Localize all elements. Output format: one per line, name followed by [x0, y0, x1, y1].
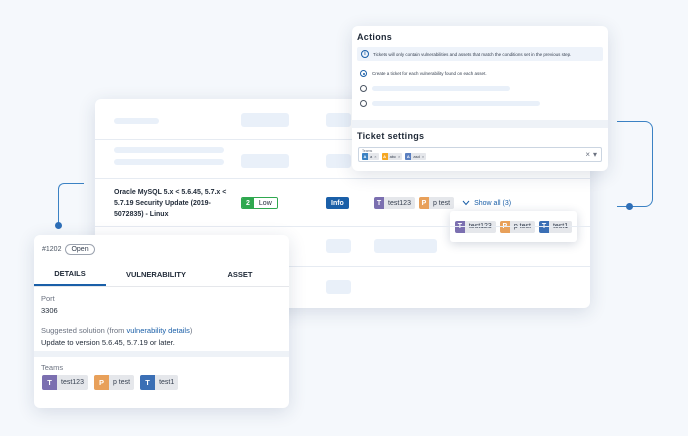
team-initial: T	[42, 375, 57, 390]
status-badge: Open	[65, 244, 95, 255]
ticket-header: #1202 Open	[42, 244, 95, 255]
vulnerability-details-link[interactable]: vulnerability details	[126, 326, 189, 335]
placeholder-bar	[372, 86, 510, 91]
team-initial: P	[93, 375, 109, 390]
team-chip: T test1	[140, 375, 179, 390]
team-name: p test	[112, 379, 131, 386]
placeholder-bar	[326, 154, 351, 168]
select-controls: × ▾	[585, 150, 597, 159]
radio-option-label: Create a ticket for each vulnerability f…	[372, 71, 487, 76]
port-value: 3306	[41, 306, 58, 315]
tab-details[interactable]: DETAILS	[34, 263, 106, 286]
status-badge: Info	[326, 197, 349, 209]
vulnerability-name[interactable]: Oracle MySQL 5.x < 5.6.45, 5.7.x < 5.7.1…	[114, 187, 234, 220]
actions-card: Actions i Tickets will only contain vuln…	[352, 26, 608, 171]
placeholder-bar	[326, 239, 351, 253]
section-divider	[352, 120, 608, 128]
detail-teams: T test123 P p test T test1	[42, 375, 179, 390]
team-chip: P p test	[418, 197, 455, 209]
selected-team-chip[interactable]: A abc ×	[381, 153, 403, 160]
placeholder-bar	[114, 118, 159, 124]
info-text: Tickets will only contain vulnerabilitie…	[373, 51, 572, 57]
section-divider	[34, 351, 289, 357]
solution-label: Suggested solution (from vulnerability d…	[41, 326, 192, 335]
radio-button-selected[interactable]	[360, 70, 367, 77]
placeholder-bar	[326, 113, 351, 127]
selected-teams: A a × A abc × A asd ×	[362, 153, 427, 160]
row-divider	[95, 226, 590, 227]
radio-button[interactable]	[360, 100, 367, 107]
caret-down-icon[interactable]: ▾	[593, 150, 597, 159]
team-chip: T test123	[42, 375, 88, 390]
connector-dot-right	[626, 203, 633, 210]
tab-asset[interactable]: ASSET	[206, 263, 274, 286]
remove-icon[interactable]: ×	[422, 154, 426, 159]
team-name: asd	[413, 154, 420, 159]
team-name: abc	[389, 154, 397, 159]
ticket-settings-title: Ticket settings	[357, 131, 425, 141]
team-name: p test	[432, 199, 451, 207]
team-initial: T	[374, 197, 384, 209]
info-banner: i Tickets will only contain vulnerabilit…	[357, 47, 603, 61]
placeholder-bar	[372, 101, 540, 106]
severity-score: 2	[242, 198, 254, 208]
severity-label: Low	[253, 198, 277, 208]
radio-button[interactable]	[360, 85, 367, 92]
show-all-label: Show all (3)	[474, 199, 512, 207]
selected-team-chip[interactable]: A a ×	[362, 153, 379, 160]
team-chip: T test123	[374, 197, 415, 209]
teams-cell: T test123 P p test Show all (3)	[374, 197, 511, 209]
team-chip: P p test	[93, 375, 135, 390]
placeholder-bar	[114, 147, 224, 153]
team-initial: T	[140, 375, 156, 390]
team-name: test123	[61, 379, 84, 386]
radio-option-1[interactable]: Create a ticket for each vulnerability f…	[360, 70, 487, 77]
ticket-detail-card: #1202 Open DETAILS VULNERABILITY ASSET P…	[34, 235, 289, 408]
placeholder-bar	[374, 239, 437, 253]
connector-dot-left	[55, 222, 62, 229]
actions-title: Actions	[357, 32, 393, 42]
row-divider	[95, 178, 590, 179]
remove-icon[interactable]: ×	[398, 154, 402, 159]
teams-label: Teams	[41, 363, 64, 372]
teams-select[interactable]: Teams A a × A abc × A asd × × ▾	[358, 147, 602, 162]
placeholder-bar	[326, 280, 351, 294]
placeholder-bar	[114, 159, 224, 165]
tab-vulnerability[interactable]: VULNERABILITY	[106, 263, 206, 286]
team-name: test1	[159, 379, 175, 386]
clear-icon[interactable]: ×	[585, 150, 590, 159]
port-label: Port	[41, 294, 55, 303]
solution-value: Update to version 5.6.45, 5.7.19 or late…	[41, 338, 175, 347]
ticket-id: #1202	[42, 246, 62, 253]
solution-label-close: )	[189, 326, 193, 335]
detail-tabs: DETAILS VULNERABILITY ASSET	[34, 263, 289, 287]
team-initial: P	[418, 197, 429, 209]
connector-line-right	[617, 121, 653, 207]
selected-team-chip[interactable]: A asd ×	[405, 153, 427, 160]
show-all-teams-button[interactable]: Show all (3)	[462, 200, 511, 207]
radio-option-2[interactable]	[360, 85, 510, 92]
chevron-down-icon	[462, 200, 470, 206]
connector-line-left	[58, 183, 84, 225]
placeholder-bar	[241, 113, 289, 127]
severity-badge: 2 Low	[241, 197, 278, 209]
solution-label-text: Suggested solution (from	[41, 326, 127, 335]
remove-icon[interactable]: ×	[374, 154, 378, 159]
info-icon: i	[361, 50, 369, 58]
radio-option-3[interactable]	[360, 100, 540, 107]
team-name: test123	[388, 199, 411, 207]
placeholder-bar	[241, 154, 289, 168]
